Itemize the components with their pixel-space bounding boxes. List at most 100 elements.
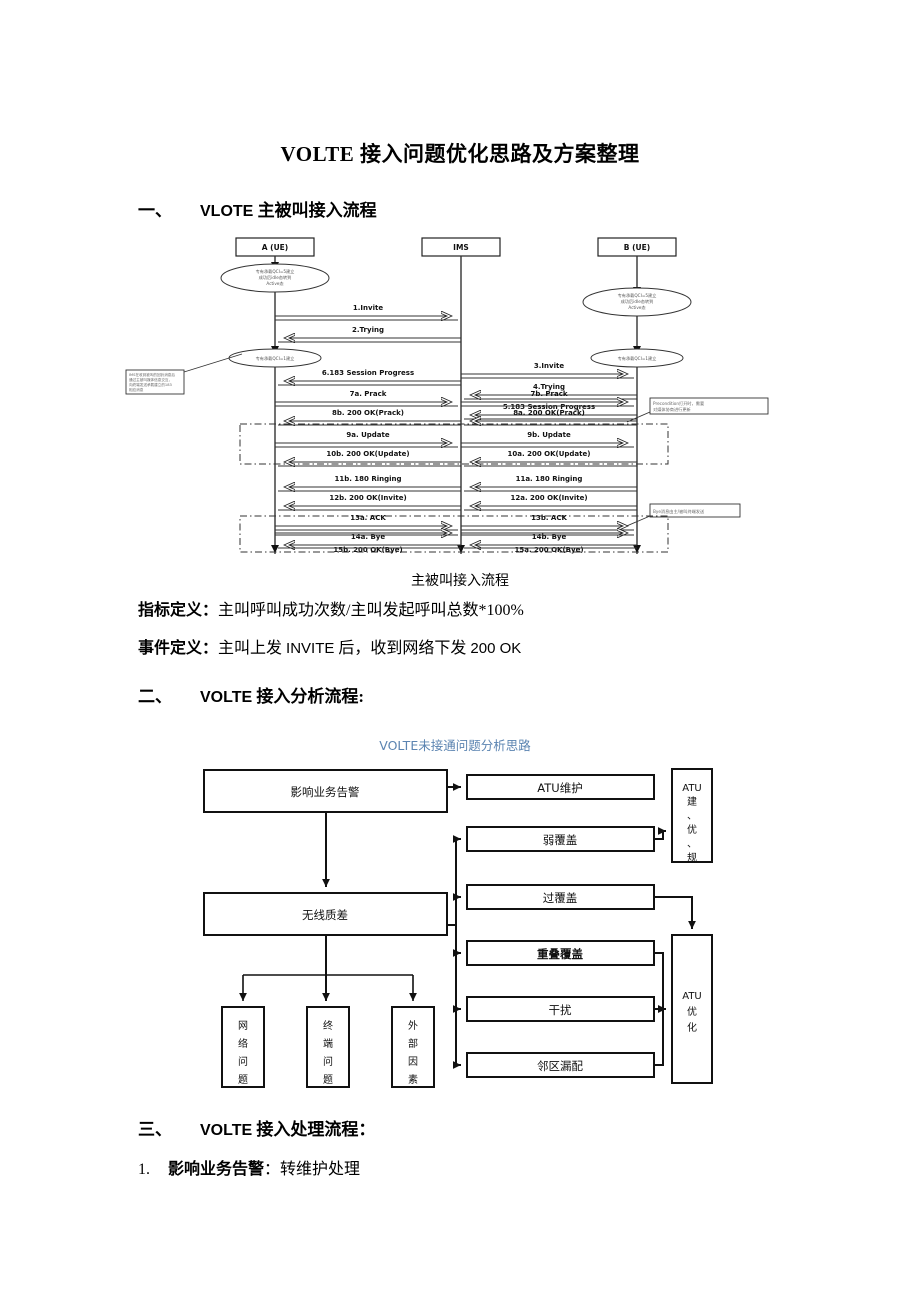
event-definition-label: 事件定义： <box>138 640 219 657</box>
flowchart-title-text: VOLTE未接通问题分析思路 <box>379 738 531 753</box>
svg-text:化: 化 <box>687 1021 697 1034</box>
event-definition-invite: INVITE <box>286 640 335 657</box>
section-3-title-cjk: 接入处理流程： <box>252 1120 376 1139</box>
section-2-number: 二、 <box>138 687 172 706</box>
svg-text:邻区漏配: 邻区漏配 <box>537 1059 583 1073</box>
svg-text:IMS在收到被叫的回铃消息后: IMS在收到被叫的回铃消息后 <box>129 372 175 377</box>
svg-text:相应消息: 相应消息 <box>129 387 144 392</box>
svg-text:Active态: Active态 <box>628 304 645 310</box>
event-definition-200ok: 200 OK <box>470 640 522 657</box>
svg-text:12a. 200 OK(Invite): 12a. 200 OK(Invite) <box>510 494 587 502</box>
list-item-index: 1. <box>138 1161 150 1178</box>
svg-text:络: 络 <box>238 1037 248 1050</box>
svg-text:成功后idle态转到: 成功后idle态转到 <box>259 274 292 281</box>
event-definition: 事件定义：主叫上发 INVITE 后，收到网络下发 200 OK <box>138 634 521 658</box>
svg-text:优: 优 <box>687 1005 697 1018</box>
svg-text:9a. Update: 9a. Update <box>346 431 389 439</box>
kpi-definition: 指标定义：主叫呼叫成功次数/主叫发起呼叫总数*100% <box>138 596 524 620</box>
svg-text:ATU: ATU <box>682 783 702 794</box>
svg-text:向终端发送承载建立的183: 向终端发送承载建立的183 <box>129 382 172 387</box>
section-1-heading: 一、 VLOTE 主被叫接入流程 <box>138 196 377 221</box>
section-2-heading: 二、 VOLTE 接入分析流程: <box>138 682 364 707</box>
svg-text:建: 建 <box>687 795 697 808</box>
svg-text:IMS: IMS <box>453 243 469 252</box>
svg-text:端: 端 <box>323 1037 333 1050</box>
svg-text:3.Invite: 3.Invite <box>534 362 564 370</box>
svg-text:对媒体协商进行更新: 对媒体协商进行更新 <box>653 406 691 413</box>
svg-text:过覆盖: 过覆盖 <box>543 891 578 905</box>
svg-text:7a. Prack: 7a. Prack <box>350 390 387 398</box>
svg-text:外: 外 <box>408 1020 418 1032</box>
event-definition-value-b: 后，收到网络下发 <box>334 640 471 657</box>
sequence-diagram: A (UE) IMS B (UE) 专有承载QCI=5建立 成功后idle态转到… <box>122 232 798 562</box>
svg-text:9b. Update: 9b. Update <box>527 431 571 439</box>
svg-text:因: 因 <box>408 1056 418 1068</box>
svg-text:12b. 200 OK(Invite): 12b. 200 OK(Invite) <box>329 494 406 502</box>
svg-text:重叠覆盖: 重叠覆盖 <box>537 947 583 961</box>
svg-text:13a. ACK: 13a. ACK <box>350 514 386 522</box>
svg-text:题: 题 <box>238 1074 248 1086</box>
event-definition-value-a: 主叫上发 <box>218 640 287 657</box>
svg-text:素: 素 <box>408 1073 418 1086</box>
svg-text:网: 网 <box>238 1020 248 1032</box>
svg-text:Bye消息由主/被叫终端发送: Bye消息由主/被叫终端发送 <box>653 508 705 515</box>
svg-text:题: 题 <box>323 1074 333 1086</box>
kpi-definition-value: 主叫呼叫成功次数/主叫发起呼叫总数*100% <box>218 602 524 619</box>
list-item: 1. 影响业务告警：转维护处理 <box>138 1155 360 1179</box>
svg-text:专有承载QCI=5建立: 专有承载QCI=5建立 <box>618 292 657 299</box>
svg-text:影响业务告警: 影响业务告警 <box>291 785 360 799</box>
svg-text:10b. 200 OK(Update): 10b. 200 OK(Update) <box>326 450 409 458</box>
svg-text:弱覆盖: 弱覆盖 <box>543 833 578 847</box>
svg-text:10a. 200 OK(Update): 10a. 200 OK(Update) <box>508 450 591 458</box>
svg-text:6.183 Session Progress: 6.183 Session Progress <box>322 369 414 377</box>
svg-text:ATU维护: ATU维护 <box>537 781 582 795</box>
document-page: VOLTE 接入问题优化思路及方案整理 一、 VLOTE 主被叫接入流程 A (… <box>0 0 920 1302</box>
section-2-title-cjk: 接入分析流程: <box>252 687 365 706</box>
section-3-number: 三、 <box>138 1120 172 1139</box>
svg-text:A (UE): A (UE) <box>262 243 288 252</box>
svg-text:、: 、 <box>687 811 697 822</box>
svg-text:7b. Prack: 7b. Prack <box>530 390 567 398</box>
svg-text:优: 优 <box>687 823 697 836</box>
svg-text:8b. 200 OK(Prack): 8b. 200 OK(Prack) <box>332 409 404 417</box>
svg-text:15a. 200 OK(Bye): 15a. 200 OK(Bye) <box>514 546 583 554</box>
section-2-title-latin: VOLTE <box>200 689 253 706</box>
svg-text:无线质差: 无线质差 <box>302 908 348 922</box>
svg-text:11b. 180 Ringing: 11b. 180 Ringing <box>334 475 401 483</box>
svg-text:Active态: Active态 <box>266 280 283 286</box>
svg-text:ATU: ATU <box>682 991 702 1002</box>
section-1-number: 一、 <box>138 201 172 220</box>
svg-text:2.Trying: 2.Trying <box>352 326 384 334</box>
svg-text:11a. 180 Ringing: 11a. 180 Ringing <box>516 475 583 483</box>
svg-text:部: 部 <box>408 1037 418 1050</box>
svg-text:Precondition打开时，需要: Precondition打开时，需要 <box>653 400 704 407</box>
section-3-title-latin: VOLTE <box>200 1122 253 1139</box>
svg-text:通过主被叫媒体信息交互，: 通过主被叫媒体信息交互， <box>129 377 172 382</box>
svg-text:干扰: 干扰 <box>549 1003 572 1017</box>
section-1-title-cjk: 主被叫接入流程 <box>253 201 377 220</box>
svg-text:1.Invite: 1.Invite <box>353 304 383 312</box>
volte-analysis-flowchart: VOLTE未接通问题分析思路 影响业务告警 无线质差 ATU维护 弱覆盖 过覆盖… <box>190 735 730 1100</box>
page-title: VOLTE 接入问题优化思路及方案整理 <box>280 142 640 166</box>
svg-text:成功后idle态转到: 成功后idle态转到 <box>621 298 654 305</box>
svg-text:专有承载QCI=5建立: 专有承载QCI=5建立 <box>256 268 295 275</box>
kpi-definition-label: 指标定义： <box>138 602 219 619</box>
svg-text:专有承载QCI=1建立: 专有承载QCI=1建立 <box>618 355 657 362</box>
svg-text:14b. Bye: 14b. Bye <box>532 533 567 541</box>
svg-text:B (UE): B (UE) <box>624 243 650 252</box>
section-3-heading: 三、 VOLTE 接入处理流程： <box>138 1115 375 1140</box>
svg-text:13b. ACK: 13b. ACK <box>531 514 567 522</box>
svg-text:专有承载QCI=1建立: 专有承载QCI=1建立 <box>256 355 295 362</box>
list-item-separator: ： <box>264 1161 281 1178</box>
svg-text:终: 终 <box>323 1019 333 1032</box>
svg-text:规: 规 <box>687 851 697 864</box>
svg-text:14a. Bye: 14a. Bye <box>351 533 385 541</box>
svg-text:15b. 200 OK(Bye): 15b. 200 OK(Bye) <box>333 546 402 554</box>
svg-text:、: 、 <box>687 839 697 850</box>
svg-text:问: 问 <box>323 1055 333 1068</box>
svg-text:8a. 200 OK(Prack): 8a. 200 OK(Prack) <box>513 409 585 417</box>
list-item-label: 影响业务告警 <box>168 1161 265 1178</box>
section-1-title-latin: VLOTE <box>200 203 254 220</box>
svg-text:问: 问 <box>238 1055 248 1068</box>
list-item-value: 转维护处理 <box>280 1161 361 1178</box>
